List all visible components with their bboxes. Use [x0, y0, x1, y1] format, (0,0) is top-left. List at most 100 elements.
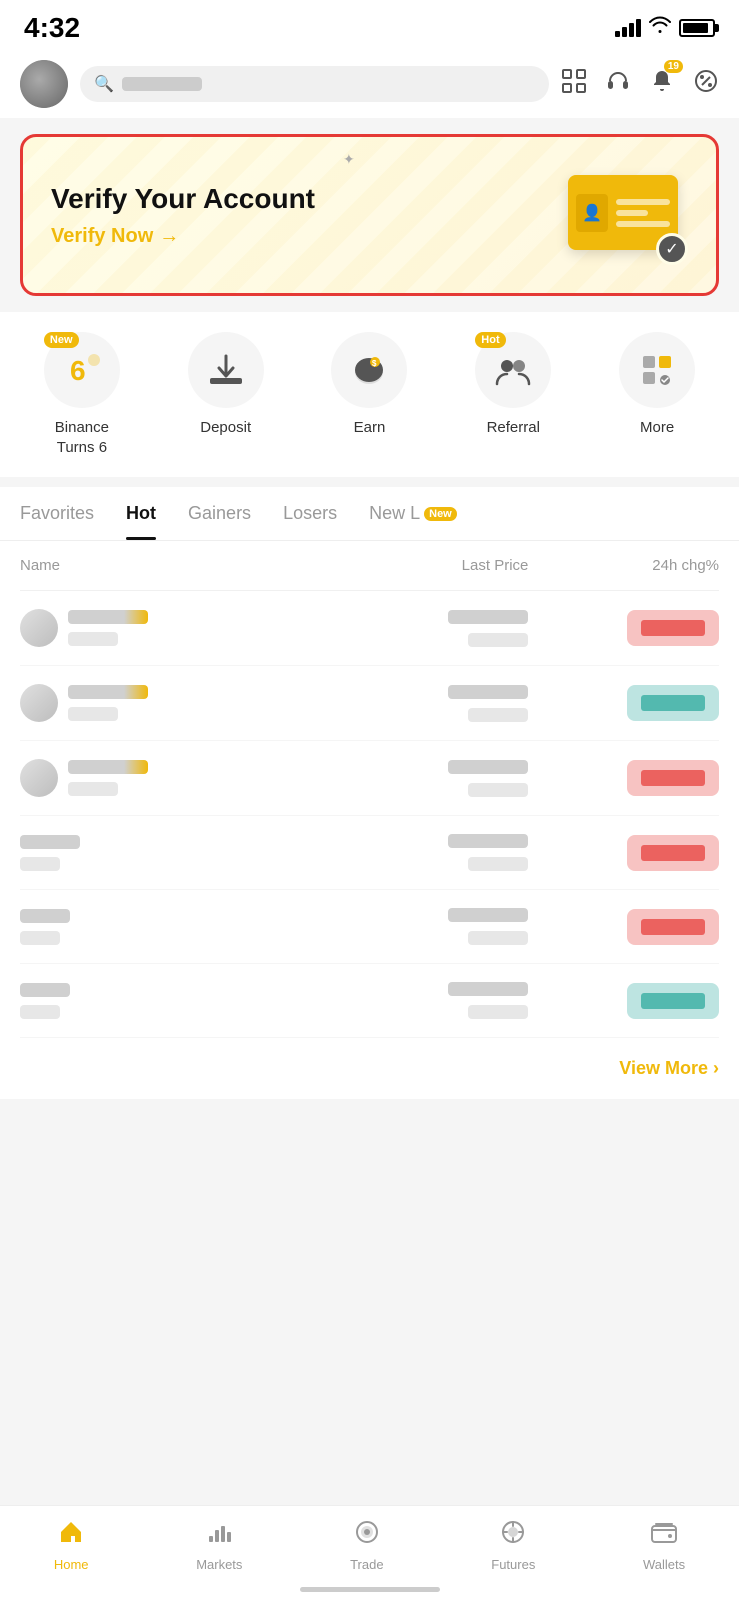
row-name-col [20, 684, 274, 722]
battery-icon [679, 19, 715, 37]
row-price-col [274, 908, 528, 945]
view-more-link[interactable]: View More › [619, 1058, 719, 1078]
column-name: Name [20, 557, 274, 574]
coin-icon [20, 684, 58, 722]
earn-icon: $ [349, 350, 389, 390]
price-sub-blurred [468, 708, 528, 722]
coin-icon [20, 759, 58, 797]
coin-name-blurred [20, 835, 80, 849]
verify-now-link[interactable]: Verify Now → [51, 225, 315, 248]
tag-button[interactable] [693, 68, 719, 101]
row-price-col [274, 685, 528, 722]
table-row[interactable] [20, 816, 719, 890]
check-circle-icon: ✓ [656, 233, 688, 265]
svg-text:$: $ [372, 359, 377, 368]
row-change-col [528, 835, 719, 871]
market-table: Name Last Price 24h chg% [0, 541, 739, 1038]
table-row[interactable] [20, 964, 719, 1038]
signal-bars-icon [615, 19, 641, 37]
tab-new[interactable]: New LNew [369, 487, 457, 540]
tab-gainers[interactable]: Gainers [188, 487, 251, 540]
nav-icons: 19 [561, 68, 719, 101]
price-sub-blurred [468, 1005, 528, 1019]
id-photo-icon: 👤 [576, 194, 608, 232]
change-value-blurred [641, 695, 705, 711]
trade-icon [353, 1518, 381, 1553]
table-row[interactable] [20, 591, 719, 666]
price-blurred [448, 908, 528, 922]
nav-trade[interactable]: Trade [350, 1518, 383, 1572]
view-more-section: View More › [0, 1038, 739, 1099]
nav-wallets-label: Wallets [643, 1557, 685, 1572]
coin-subname-blurred [20, 1005, 60, 1019]
change-value-blurred [641, 620, 705, 636]
new-tab-badge: New [424, 507, 457, 521]
search-bar[interactable]: 🔍 [80, 66, 549, 102]
nav-futures-label: Futures [491, 1557, 535, 1572]
row-name-col [20, 909, 274, 945]
table-row[interactable] [20, 741, 719, 816]
nav-home-label: Home [54, 1557, 89, 1572]
coin-icon [20, 609, 58, 647]
coin-info [20, 835, 80, 871]
row-price-col [274, 982, 528, 1019]
row-price-col [274, 834, 528, 871]
coin-info [68, 610, 148, 646]
action-binance-turns-6[interactable]: New 6 BinanceTurns 6 [22, 332, 142, 457]
coin-subname-blurred [68, 707, 118, 721]
notification-button[interactable]: 19 [649, 68, 675, 101]
change-value-blurred [641, 845, 705, 861]
wallets-icon [650, 1518, 678, 1553]
action-earn[interactable]: $ Earn [309, 332, 429, 438]
deposit-label: Deposit [200, 418, 251, 438]
headset-button[interactable] [605, 68, 631, 101]
change-value-blurred [641, 770, 705, 786]
earn-label: Earn [354, 418, 386, 438]
status-icons [615, 16, 715, 40]
coin-info [68, 685, 148, 721]
referral-icon [493, 350, 533, 390]
change-value-blurred [641, 919, 705, 935]
nav-markets[interactable]: Markets [196, 1518, 242, 1572]
referral-icon-wrap: Hot [475, 332, 551, 408]
quick-actions: New 6 BinanceTurns 6 Deposit $ [0, 312, 739, 477]
bottom-nav: Home Markets Trade [0, 1505, 739, 1600]
price-blurred [448, 760, 528, 774]
verify-banner[interactable]: ✦ ✦ Verify Your Account Verify Now → 👤 ✓ [20, 134, 719, 296]
deposit-icon-wrap [188, 332, 264, 408]
action-more[interactable]: More [597, 332, 717, 438]
action-referral[interactable]: Hot Referral [453, 332, 573, 438]
deposit-icon [206, 350, 246, 390]
nav-trade-label: Trade [350, 1557, 383, 1572]
table-row[interactable] [20, 890, 719, 964]
more-label: More [640, 418, 674, 438]
tab-losers[interactable]: Losers [283, 487, 337, 540]
referral-label: Referral [487, 418, 540, 438]
nav-futures[interactable]: Futures [491, 1518, 535, 1572]
nav-home[interactable]: Home [54, 1518, 89, 1572]
table-row[interactable] [20, 666, 719, 741]
row-name-col [20, 759, 274, 797]
market-tabs: Favorites Hot Gainers Losers New LNew [0, 487, 739, 541]
home-icon [57, 1518, 85, 1553]
notification-badge: 19 [664, 60, 683, 73]
tab-favorites[interactable]: Favorites [20, 487, 94, 540]
price-blurred [448, 685, 528, 699]
verify-title: Verify Your Account [51, 183, 315, 215]
price-sub-blurred [468, 783, 528, 797]
nav-wallets[interactable]: Wallets [643, 1518, 685, 1572]
nav-bar: 🔍 19 [0, 50, 739, 118]
coin-name-blurred [20, 909, 70, 923]
market-table-header: Name Last Price 24h chg% [20, 541, 719, 591]
avatar[interactable] [20, 60, 68, 108]
status-bar: 4:32 [0, 0, 739, 50]
action-deposit[interactable]: Deposit [166, 332, 286, 438]
price-blurred [448, 834, 528, 848]
row-price-col [274, 610, 528, 647]
coin-subname-blurred [20, 857, 60, 871]
row-price-col [274, 760, 528, 797]
tab-hot[interactable]: Hot [126, 487, 156, 540]
wifi-icon [649, 16, 671, 40]
price-blurred [448, 610, 528, 624]
fullscreen-button[interactable] [561, 68, 587, 101]
